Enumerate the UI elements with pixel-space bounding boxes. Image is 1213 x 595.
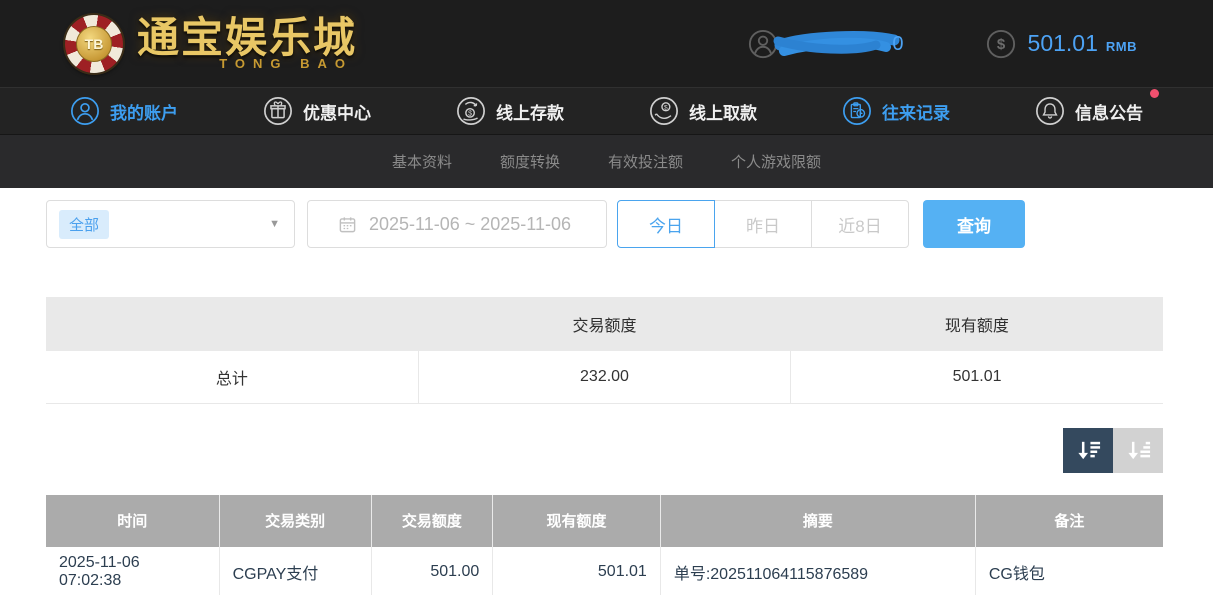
bell-icon: [1035, 96, 1065, 126]
filter-bar: 全部 ▼ 2025-11-06 ~ 2025-11-06 今日 昨日 近8日 查…: [46, 200, 1163, 248]
nav-label: 优惠中心: [303, 99, 371, 124]
svg-text:$: $: [996, 36, 1005, 53]
nav-label: 线上存款: [496, 99, 564, 124]
subnav-item-game-limits[interactable]: 个人游戏限额: [731, 151, 821, 172]
main-content: 全部 ▼ 2025-11-06 ~ 2025-11-06 今日 昨日 近8日 查…: [0, 200, 1213, 595]
record-time: 2025-11-06 07:02:38: [46, 547, 219, 595]
main-navigation: 我的账户 优惠中心 $ 线上存款 $ 线上取款: [0, 87, 1213, 135]
svg-text:$: $: [468, 111, 472, 118]
summary-header-cell-current-amount: 现有额度: [791, 297, 1163, 351]
username-visible-character: 0: [892, 33, 903, 56]
user-icon: [70, 96, 100, 126]
summary-header-cell: [46, 297, 418, 351]
sub-navigation: 基本资料 额度转换 有效投注额 个人游戏限额: [0, 135, 1213, 188]
summary-table: 交易额度 现有额度 总计 232.00 501.01: [46, 297, 1163, 404]
date-range-input[interactable]: 2025-11-06 ~ 2025-11-06: [307, 200, 607, 248]
search-button[interactable]: 查询: [923, 200, 1025, 248]
gift-icon: [263, 96, 293, 126]
records-header-transaction-amount: 交易额度: [371, 495, 493, 547]
summary-total-row: 总计 232.00 501.01: [46, 351, 1163, 403]
records-icon: [842, 96, 872, 126]
sort-descending-icon: [1075, 437, 1102, 464]
today-button[interactable]: 今日: [617, 200, 715, 248]
transaction-type-select[interactable]: 全部 ▼: [46, 200, 295, 248]
records-header: 时间 交易类别 交易额度 现有额度 摘要 备注: [46, 495, 1163, 547]
sort-ascending-icon: [1125, 437, 1152, 464]
records-header-summary: 摘要: [660, 495, 975, 547]
record-current-amount: 501.01: [493, 547, 661, 595]
summary-transaction-amount: 232.00: [418, 351, 790, 403]
balance-display: $ 501.01 RMB: [986, 29, 1137, 59]
summary-current-amount: 501.01: [791, 351, 1163, 403]
nav-item-online-withdrawal[interactable]: $ 线上取款: [649, 96, 757, 126]
user-account[interactable]: 0: [748, 27, 902, 61]
balance-currency: RMB: [1106, 33, 1137, 54]
sort-descending-button[interactable]: [1063, 428, 1113, 473]
deposit-icon: $: [456, 96, 486, 126]
summary-header-cell-transaction-amount: 交易额度: [418, 297, 790, 351]
nav-label: 往来记录: [882, 99, 950, 124]
withdraw-icon: $: [649, 96, 679, 126]
nav-label: 信息公告: [1075, 99, 1143, 124]
summary-total-label: 总计: [46, 351, 418, 403]
records-table: 时间 交易类别 交易额度 现有额度 摘要 备注 2025-11-06 07:02…: [46, 495, 1163, 595]
record-type: CGPAY支付: [219, 547, 371, 595]
record-transaction-amount: 501.00: [371, 547, 493, 595]
brand-name-cn: 通宝娱乐城: [137, 16, 357, 60]
nav-item-announcements[interactable]: 信息公告: [1035, 96, 1143, 126]
casino-chip-icon: TB: [65, 15, 123, 73]
subnav-item-valid-bets[interactable]: 有效投注额: [608, 151, 683, 172]
sort-ascending-button[interactable]: [1113, 428, 1163, 473]
date-range-value: 2025-11-06 ~ 2025-11-06: [369, 214, 571, 235]
yesterday-button[interactable]: 昨日: [714, 200, 812, 248]
records-header-type: 交易类别: [219, 495, 371, 547]
nav-item-online-deposit[interactable]: $ 线上存款: [456, 96, 564, 126]
selected-type-value: 全部: [59, 210, 109, 239]
site-logo[interactable]: TB 通宝娱乐城 TONG BAO: [65, 15, 357, 73]
summary-header: 交易额度 现有额度: [46, 297, 1163, 351]
nav-item-transaction-records[interactable]: 往来记录: [842, 96, 950, 126]
nav-label: 线上取款: [689, 99, 757, 124]
chevron-down-icon: ▼: [269, 218, 280, 230]
balance-amount: 501.01: [1028, 30, 1098, 57]
chip-monogram: TB: [76, 26, 112, 62]
subnav-item-basic-info[interactable]: 基本资料: [392, 151, 452, 172]
record-remarks: CG钱包: [975, 547, 1163, 595]
nav-item-my-account[interactable]: 我的账户: [70, 96, 178, 126]
brand-name-en: TONG BAO: [137, 56, 357, 71]
nav-label: 我的账户: [110, 99, 178, 124]
records-header-current-amount: 现有额度: [493, 495, 661, 547]
calendar-icon: [338, 215, 357, 234]
last-8-days-button[interactable]: 近8日: [811, 200, 909, 248]
dollar-icon: $: [986, 29, 1016, 59]
records-header-remarks: 备注: [975, 495, 1163, 547]
svg-text:$: $: [664, 104, 668, 111]
quick-date-segment: 今日 昨日 近8日: [617, 200, 909, 248]
nav-item-promotions[interactable]: 优惠中心: [263, 96, 371, 126]
logo-text: 通宝娱乐城 TONG BAO: [137, 16, 357, 71]
subnav-item-credit-transfer[interactable]: 额度转换: [500, 151, 560, 172]
username-redaction: 0: [772, 27, 902, 61]
top-header: TB 通宝娱乐城 TONG BAO 0 $ 501.01 RMB: [0, 0, 1213, 87]
sort-controls: [46, 428, 1163, 473]
notification-dot: [1150, 89, 1159, 98]
table-row: 2025-11-06 07:02:38 CGPAY支付 501.00 501.0…: [46, 547, 1163, 595]
record-summary: 单号:202511064115876589: [660, 547, 975, 595]
records-header-time: 时间: [46, 495, 219, 547]
